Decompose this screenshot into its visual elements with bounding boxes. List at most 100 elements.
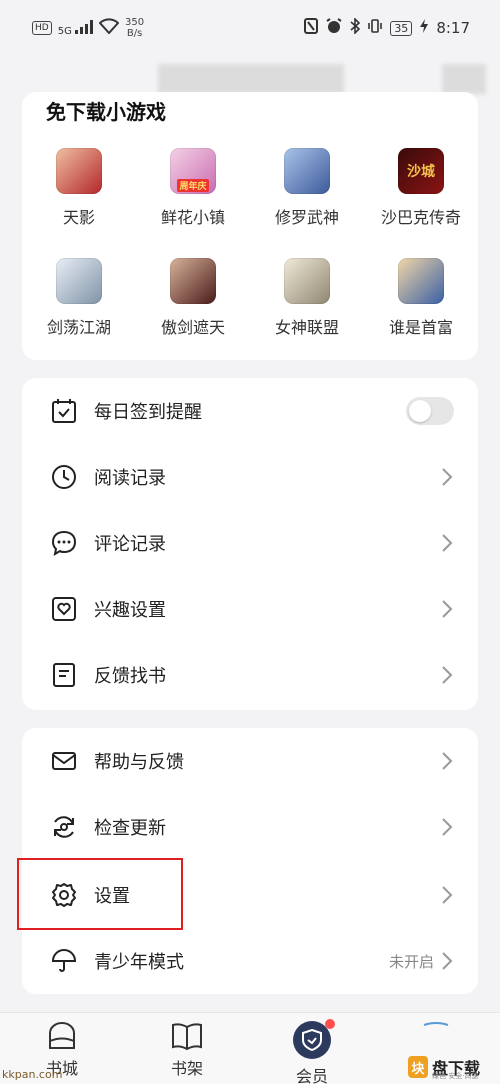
checkin-reminder-label: 每日签到提醒 xyxy=(94,402,202,423)
interest-settings-item[interactable]: 兴趣设置 xyxy=(22,576,478,642)
tab-profile[interactable] xyxy=(396,1021,476,1033)
refresh-icon xyxy=(50,813,78,841)
game-item[interactable]: 沙城 沙巴克传奇 xyxy=(364,148,478,228)
chevron-right-icon xyxy=(442,534,453,552)
teen-mode-right: 未开启 xyxy=(389,950,454,972)
signal-icon: 5G xyxy=(57,19,94,37)
member-icon xyxy=(293,1019,335,1059)
tab-shelf[interactable]: 书架 xyxy=(147,1021,227,1079)
checkin-toggle[interactable] xyxy=(406,397,454,425)
check-update-label: 检查更新 xyxy=(94,818,166,839)
game-shouFu-icon xyxy=(398,258,444,304)
comment-history-item[interactable]: 评论记录 xyxy=(22,510,478,576)
chevron-right-icon xyxy=(442,666,453,684)
network-speed: 350 B/s xyxy=(125,17,144,39)
hd-badge: HD xyxy=(32,21,52,35)
game-name: 沙巴克传奇 xyxy=(380,208,461,227)
battery-icon: 35 xyxy=(390,20,413,36)
mini-games-title: 免下载小游戏 xyxy=(46,100,166,124)
charging-icon xyxy=(420,19,429,37)
reading-history-label: 阅读记录 xyxy=(94,468,166,489)
clock-time: 8:17 xyxy=(436,19,470,37)
clock-icon xyxy=(50,463,78,491)
checkin-reminder-item[interactable]: 每日签到提醒 xyxy=(22,378,478,444)
game-item[interactable]: 周年庆 鲜花小镇 xyxy=(136,148,250,228)
feedback-book-item[interactable]: 反馈找书 xyxy=(22,642,478,708)
game-nvshen-icon xyxy=(284,258,330,304)
interest-settings-label: 兴趣设置 xyxy=(94,600,166,621)
tab-member[interactable]: 会员 xyxy=(272,1019,352,1084)
game-name: 女神联盟 xyxy=(274,318,339,337)
game-aojian-icon xyxy=(170,258,216,304)
umbrella-icon xyxy=(50,947,78,975)
mini-games-grid: 天影 周年庆 鲜花小镇 修罗武神 沙城 沙巴克传奇 剑荡江湖 傲剑遮天 女神联盟… xyxy=(22,148,478,338)
game-item[interactable]: 女神联盟 xyxy=(250,258,364,338)
alarm-icon xyxy=(326,18,342,38)
comment-history-label: 评论记录 xyxy=(94,534,166,555)
chevron-right-icon xyxy=(442,818,453,836)
game-item[interactable]: 傲剑遮天 xyxy=(136,258,250,338)
game-item[interactable]: 剑荡江湖 xyxy=(22,258,136,338)
game-name: 剑荡江湖 xyxy=(46,318,111,337)
status-right: 35 8:17 xyxy=(304,17,470,38)
watermark-mark: 块 xyxy=(408,1056,428,1078)
store-icon xyxy=(49,1022,75,1049)
status-left: HD 5G 350 B/s xyxy=(32,17,144,39)
wifi-icon xyxy=(98,18,120,38)
teen-mode-status: 未开启 xyxy=(388,952,434,971)
checkin-right xyxy=(406,397,454,425)
chevron-right-icon xyxy=(442,468,453,486)
feedback-book-label: 反馈找书 xyxy=(94,666,166,687)
settings-highlight-box xyxy=(17,858,183,930)
help-feedback-right xyxy=(440,750,454,772)
game-shabake-icon: 沙城 xyxy=(398,148,444,194)
speed-unit: B/s xyxy=(126,28,143,39)
chevron-right-icon xyxy=(442,886,453,904)
teen-mode-item[interactable]: 青少年模式 未开启 xyxy=(22,928,478,994)
reading-history-item[interactable]: 阅读记录 xyxy=(22,444,478,510)
menu-group-1: 每日签到提醒 阅读记录 评论记录 兴趣设置 反馈找书 xyxy=(22,378,478,710)
book-icon xyxy=(172,1023,202,1051)
watermark-subtitle: 绿色·安全·高速 xyxy=(432,1072,479,1080)
game-name: 修罗武神 xyxy=(274,208,339,227)
blurred-header-right xyxy=(442,64,486,94)
check-update-item[interactable]: 检查更新 xyxy=(22,794,478,860)
site-watermark: kkpan.com xyxy=(2,1068,63,1081)
bluetooth-icon xyxy=(350,17,361,38)
game-item[interactable]: 谁是首富 xyxy=(364,258,478,338)
game-badge: 周年庆 xyxy=(177,179,209,192)
game-tianying-icon xyxy=(56,148,102,194)
signal-label: 5G xyxy=(57,25,72,37)
vibrate-icon xyxy=(368,18,383,38)
tab-shelf-label: 书架 xyxy=(170,1059,203,1078)
comment-icon xyxy=(50,529,78,557)
profile-icon xyxy=(423,1022,449,1026)
help-feedback-item[interactable]: 帮助与反馈 xyxy=(22,728,478,794)
blurred-header xyxy=(158,64,344,94)
heart-square-icon xyxy=(50,595,78,623)
settings-right xyxy=(440,884,454,906)
game-jiandang-icon xyxy=(56,258,102,304)
game-logo-text: 沙城 xyxy=(407,164,435,180)
reading-history-right xyxy=(440,466,454,488)
calendar-check-icon xyxy=(50,397,78,425)
status-bar: HD 5G 350 B/s 35 8:17 xyxy=(0,0,500,56)
comment-history-right xyxy=(440,532,454,554)
mini-games-card: 免下载小游戏 天影 周年庆 鲜花小镇 修罗武神 沙城 沙巴克传奇 剑荡江湖 傲剑… xyxy=(22,92,478,360)
chevron-right-icon xyxy=(442,752,453,770)
game-item[interactable]: 天影 xyxy=(22,148,136,228)
speed-value: 350 xyxy=(125,17,145,28)
interest-settings-right xyxy=(440,598,454,620)
notification-dot xyxy=(325,1019,335,1029)
game-name: 鲜花小镇 xyxy=(160,208,225,227)
game-xiuluo-icon xyxy=(284,148,330,194)
game-xianhua-icon: 周年庆 xyxy=(170,148,216,194)
feedback-book-right xyxy=(440,664,454,686)
tab-member-label: 会员 xyxy=(295,1067,328,1084)
game-name: 天影 xyxy=(62,208,95,227)
game-item[interactable]: 修罗武神 xyxy=(250,148,364,228)
teen-mode-label: 青少年模式 xyxy=(94,952,184,973)
nfc-icon xyxy=(304,18,319,38)
chevron-right-icon xyxy=(442,952,453,970)
check-update-right xyxy=(440,816,454,838)
